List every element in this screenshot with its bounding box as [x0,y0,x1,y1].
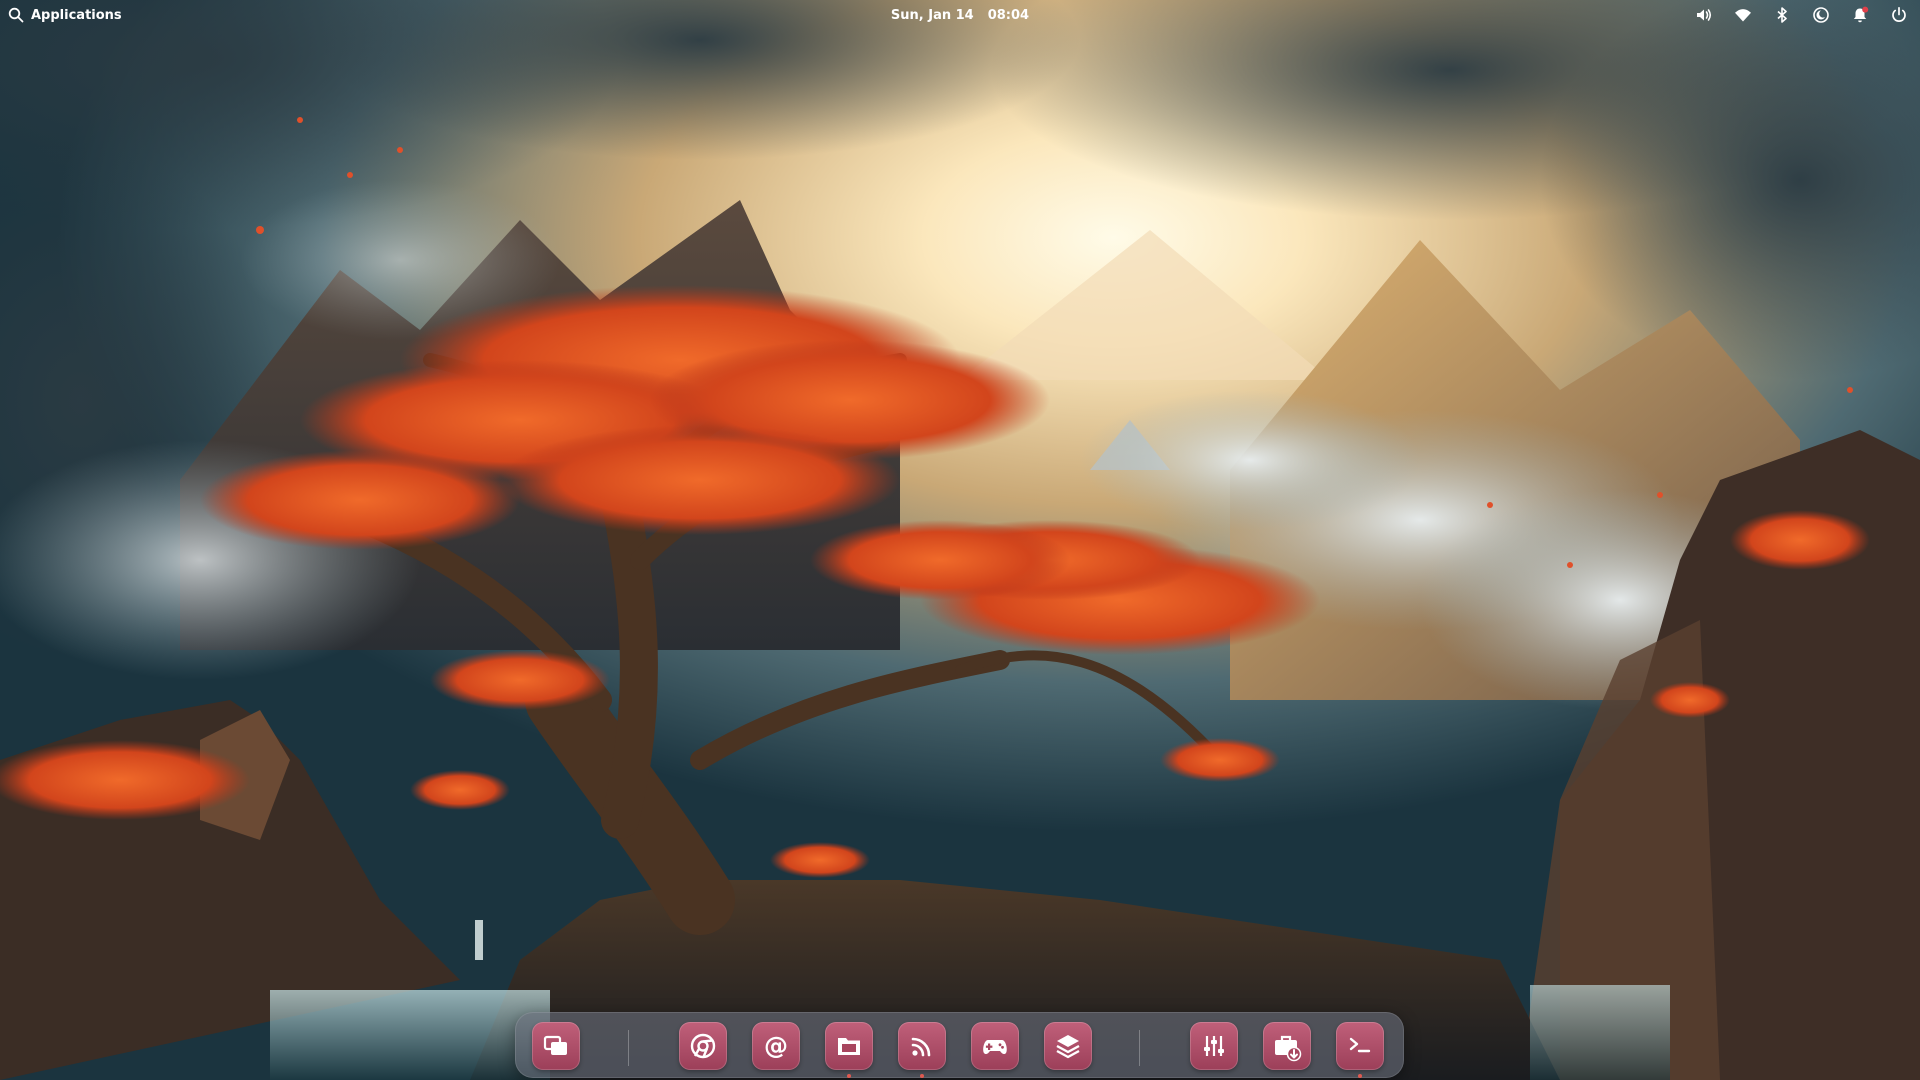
notifications-icon[interactable] [1849,4,1871,26]
mail-icon[interactable]: @ [752,1022,800,1070]
settings-sliders-icon[interactable] [1190,1022,1238,1070]
system-indicators [1693,4,1910,26]
games-icon[interactable] [971,1022,1019,1070]
svg-text:@: @ [764,1032,788,1060]
date-time-indicator[interactable]: Sun, Jan 14 08:04 [880,5,1040,25]
time-text: 08:04 [987,7,1030,23]
podcasts-icon[interactable] [898,1022,946,1070]
app-center-icon[interactable] [1263,1022,1311,1070]
web-browser-icon[interactable] [679,1022,727,1070]
wifi-icon[interactable] [1732,4,1754,26]
applications-label: Applications [31,7,122,23]
dock-separator [1139,1030,1140,1066]
wallpaper [0,0,1920,1080]
terminal-running-indicator [1358,1074,1362,1078]
desktop[interactable]: Applications Sun, Jan 14 08:04 @ [0,0,1920,1080]
bluetooth-icon[interactable] [1771,4,1793,26]
files-icon[interactable] [825,1022,873,1070]
dock: @ [515,1012,1404,1078]
search-icon [8,7,24,23]
top-panel: Applications Sun, Jan 14 08:04 [0,0,1920,30]
applications-menu-button[interactable]: Applications [8,5,122,25]
terminal-icon[interactable] [1336,1022,1384,1070]
power-icon[interactable] [1888,4,1910,26]
dock-separator [628,1030,629,1066]
layers-app-icon[interactable] [1044,1022,1092,1070]
date-text: Sun, Jan 14 [890,7,974,23]
files-running-indicator [847,1074,851,1078]
multitasking-view-icon[interactable] [532,1022,580,1070]
night-light-icon[interactable] [1810,4,1832,26]
volume-icon[interactable] [1693,4,1715,26]
podcasts-running-indicator [920,1074,924,1078]
